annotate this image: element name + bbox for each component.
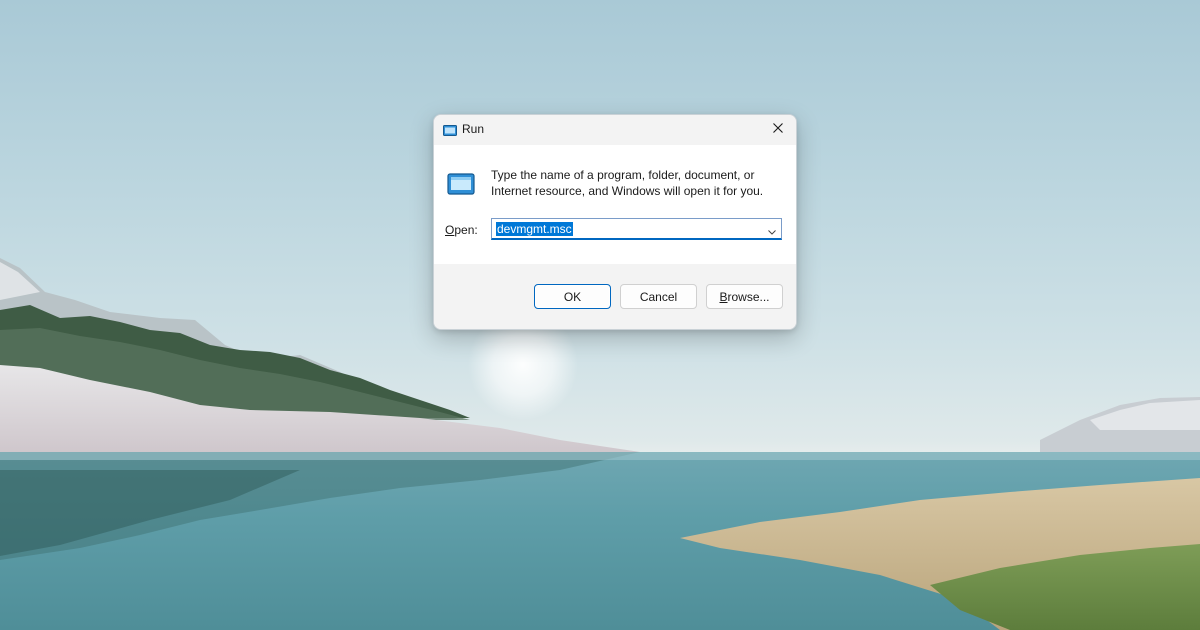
dialog-description: Type the name of a program, folder, docu… xyxy=(491,168,764,198)
close-button[interactable] xyxy=(760,115,796,143)
browse-button[interactable]: Browse... xyxy=(706,284,783,309)
run-dialog: Run Type the name of a program, folder, … xyxy=(433,114,797,330)
dialog-title: Run xyxy=(462,122,485,136)
open-combobox[interactable]: devmgmt.msc xyxy=(491,218,782,240)
open-label-text: pen: xyxy=(454,223,478,237)
browse-accelerator: B xyxy=(719,289,728,304)
open-label-accelerator: O xyxy=(445,223,455,237)
ok-button[interactable]: OK xyxy=(534,284,611,309)
desktop: Run Type the name of a program, folder, … xyxy=(0,0,1200,630)
dialog-content: Type the name of a program, folder, docu… xyxy=(434,145,796,264)
title-bar[interactable]: Run xyxy=(434,115,796,145)
chevron-down-icon[interactable] xyxy=(767,224,777,235)
close-icon xyxy=(773,120,783,138)
open-label: Open: xyxy=(445,223,478,237)
run-icon xyxy=(447,173,475,195)
browse-label: rowse... xyxy=(727,289,770,304)
run-icon xyxy=(443,123,457,136)
dialog-footer: OK Cancel Browse... xyxy=(434,264,796,329)
command-input-value[interactable]: devmgmt.msc xyxy=(496,222,573,236)
cancel-button[interactable]: Cancel xyxy=(620,284,697,309)
